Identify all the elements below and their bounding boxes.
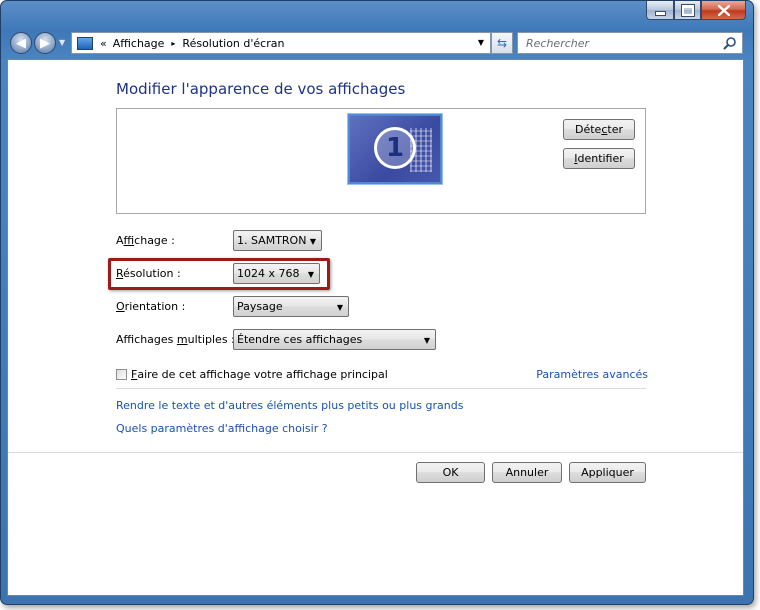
ok-button[interactable]: OK <box>416 462 485 483</box>
chevron-down-icon: ▼ <box>307 270 314 279</box>
breadcrumb-item-resolution[interactable]: Résolution d'écran <box>182 37 284 50</box>
detect-label-before: Déte <box>575 123 602 136</box>
close-button[interactable] <box>701 1 746 20</box>
primary-display-label: aire de cet affichage votre affichage pr… <box>137 368 388 381</box>
back-arrow-icon: ◀ <box>16 35 26 51</box>
divider <box>116 388 646 389</box>
forward-arrow-icon: ▶ <box>40 35 50 51</box>
maximize-icon <box>680 3 695 17</box>
search-box[interactable] <box>517 32 743 54</box>
multiple-displays-select[interactable]: Étendre ces affichages ▼ <box>233 329 436 350</box>
recent-pages-dropdown[interactable]: ▼ <box>59 38 65 47</box>
orientation-label-accel: O <box>116 300 125 313</box>
navigation-bar: ◀ ▶ ▼ « Affichage ▸ Résolution d'écran ▼… <box>9 31 745 55</box>
refresh-button[interactable]: ⇆ <box>491 32 513 54</box>
apply-button[interactable]: Appliquer <box>569 462 646 483</box>
detect-label-after: ter <box>607 123 623 136</box>
display-label-before: A <box>116 234 124 247</box>
advanced-settings-link[interactable]: Paramètres avancés <box>536 368 648 381</box>
display-label-accel: f <box>123 234 135 247</box>
multiple-label-after: ultiples : <box>187 333 235 346</box>
address-bar[interactable]: « Affichage ▸ Résolution d'écran ▼ <box>71 32 491 54</box>
divider <box>8 452 743 453</box>
resolution-label: Résolution : <box>116 267 181 280</box>
display-select[interactable]: 1. SAMTRON ▼ <box>233 230 322 251</box>
display-label: Affichage : <box>116 234 175 247</box>
search-icon[interactable] <box>723 36 737 50</box>
identify-button[interactable]: Identifier <box>563 148 635 169</box>
page-title: Modifier l'apparence de vos affichages <box>116 80 406 98</box>
display-select-value: 1. SAMTRON <box>237 234 307 247</box>
monitor-arrangement-panel: 1 Déte c ter Identifier <box>116 108 646 214</box>
chevron-down-icon: ▼ <box>336 303 343 312</box>
orientation-select-value: Paysage <box>237 300 283 313</box>
search-input[interactable] <box>524 35 708 51</box>
chevron-down-icon: ▼ <box>423 336 430 345</box>
primary-display-option[interactable]: Faire de cet affichage votre affichage p… <box>116 368 388 381</box>
primary-display-checkbox[interactable] <box>116 369 127 380</box>
multiple-label-accel: m <box>176 333 188 346</box>
chevron-down-icon: ▼ <box>59 38 66 47</box>
control-panel-icon <box>77 36 93 50</box>
resolution-select-value: 1024 x 768 <box>237 267 300 280</box>
back-button[interactable]: ◀ <box>10 32 32 54</box>
orientation-label-after: rientation : <box>124 300 186 313</box>
chevron-down-icon: ▼ <box>309 237 316 246</box>
close-icon <box>717 4 730 16</box>
multiple-label-before: Affichages <box>116 333 177 346</box>
minimize-icon <box>654 10 666 16</box>
identify-label-after: dentifier <box>577 152 624 165</box>
display-label-after: fichage : <box>134 234 175 247</box>
explorer-window: ◀ ▶ ▼ « Affichage ▸ Résolution d'écran ▼… <box>0 0 754 605</box>
forward-button[interactable]: ▶ <box>34 32 56 54</box>
multiple-displays-select-value: Étendre ces affichages <box>237 333 363 346</box>
monitor-1-tile[interactable]: 1 <box>348 114 442 184</box>
breadcrumb-item-affichage[interactable]: Affichage <box>113 37 165 50</box>
cancel-button[interactable]: Annuler <box>492 462 562 483</box>
multiple-displays-label: Affichages multiples : <box>116 333 235 346</box>
minimize-button[interactable] <box>646 1 674 20</box>
refresh-icon: ⇆ <box>496 36 508 50</box>
breadcrumb-separator-icon[interactable]: ▸ <box>171 39 175 48</box>
detect-button[interactable]: Déte c ter <box>563 119 635 140</box>
content-pane: Modifier l'apparence de vos affichages 1… <box>7 59 744 596</box>
orientation-label: Orientation : <box>116 300 185 313</box>
orientation-select[interactable]: Paysage ▼ <box>233 296 349 317</box>
window-controls <box>646 1 746 20</box>
resolution-select[interactable]: 1024 x 768 ▼ <box>233 263 320 284</box>
breadcrumb-overflow[interactable]: « <box>100 37 107 50</box>
which-settings-link[interactable]: Quels paramètres d'affichage choisir ? <box>116 422 328 435</box>
address-dropdown-icon[interactable]: ▼ <box>478 38 484 47</box>
text-size-link[interactable]: Rendre le texte et d'autres éléments plu… <box>116 399 463 412</box>
maximize-button[interactable] <box>674 1 701 20</box>
resolution-label-after: ésolution : <box>123 267 181 280</box>
monitor-number: 1 <box>374 127 416 169</box>
